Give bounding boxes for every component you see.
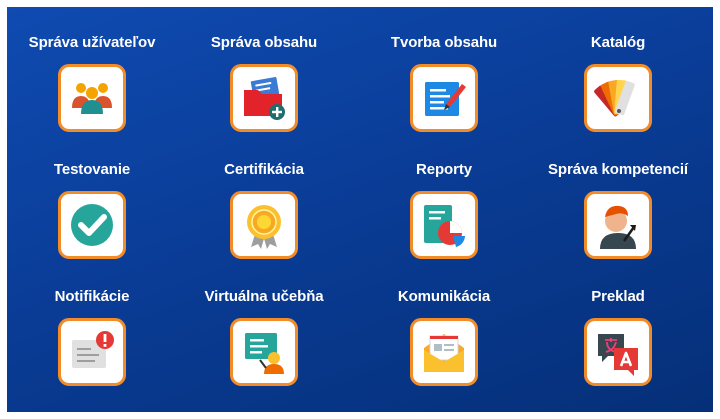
tile-label: Preklad: [591, 288, 645, 305]
tile-button-translation[interactable]: [584, 318, 652, 386]
tile-label: Správa obsahu: [210, 34, 318, 51]
mail-letter-icon: [424, 334, 464, 372]
users-group-icon: [72, 83, 112, 114]
tile-button-virtual-classroom[interactable]: [230, 318, 298, 386]
tile-catalog[interactable]: Katalóg: [533, 34, 703, 132]
tile-button-reports[interactable]: [410, 191, 478, 259]
tile-label: Tvorba obsahu: [390, 34, 498, 51]
modules-panel: Správa užívateľov Správa obsahu Tvorba o…: [7, 7, 713, 412]
tile-label: Certifikácia: [224, 161, 304, 178]
virtual-classroom-icon: [245, 333, 284, 374]
tile-label: Katalóg: [590, 34, 646, 51]
tile-label: Reporty: [416, 161, 472, 178]
tile-label: Komunikácia: [397, 288, 491, 305]
document-edit-icon: [425, 82, 466, 116]
tile-notifications[interactable]: Notifikácie: [7, 288, 177, 386]
tile-label: Notifikácie: [54, 288, 130, 305]
tile-translation[interactable]: Preklad: [533, 288, 703, 386]
tile-competence-management[interactable]: Správa kompetencií: [533, 161, 703, 259]
tile-testing[interactable]: Testovanie: [7, 161, 177, 259]
tile-button-notifications[interactable]: [58, 318, 126, 386]
tile-user-management[interactable]: Správa užívateľov: [7, 34, 177, 132]
tile-certification[interactable]: Certifikácia: [179, 161, 349, 259]
notification-envelope-icon: [72, 331, 114, 368]
tile-label: Správa kompetencií: [548, 161, 688, 178]
tile-label: Virtuálna učebňa: [204, 288, 324, 305]
tile-label: Testovanie: [53, 161, 131, 178]
color-swatches-icon: [594, 79, 635, 117]
tile-button-competence-management[interactable]: [584, 191, 652, 259]
tile-button-content-management[interactable]: [230, 64, 298, 132]
folder-add-icon: [244, 77, 285, 120]
tile-reports[interactable]: Reporty: [359, 161, 529, 259]
tile-label: Správa užívateľov: [28, 34, 156, 51]
tile-button-content-creation[interactable]: [410, 64, 478, 132]
tile-button-communication[interactable]: [410, 318, 478, 386]
certificate-badge-icon: [247, 205, 281, 249]
checkmark-icon: [71, 204, 113, 246]
tile-button-user-management[interactable]: [58, 64, 126, 132]
tile-content-management[interactable]: Správa obsahu: [179, 34, 349, 132]
tile-button-catalog[interactable]: [584, 64, 652, 132]
tile-virtual-classroom[interactable]: Virtuálna učebňa: [179, 288, 349, 386]
person-growth-icon: [600, 205, 636, 249]
tile-communication[interactable]: Komunikácia: [359, 288, 529, 386]
tile-button-certification[interactable]: [230, 191, 298, 259]
translate-icon: [598, 334, 638, 376]
tile-content-creation[interactable]: Tvorba obsahu: [359, 34, 529, 132]
report-pie-chart-icon: [424, 205, 465, 247]
tile-button-testing[interactable]: [58, 191, 126, 259]
